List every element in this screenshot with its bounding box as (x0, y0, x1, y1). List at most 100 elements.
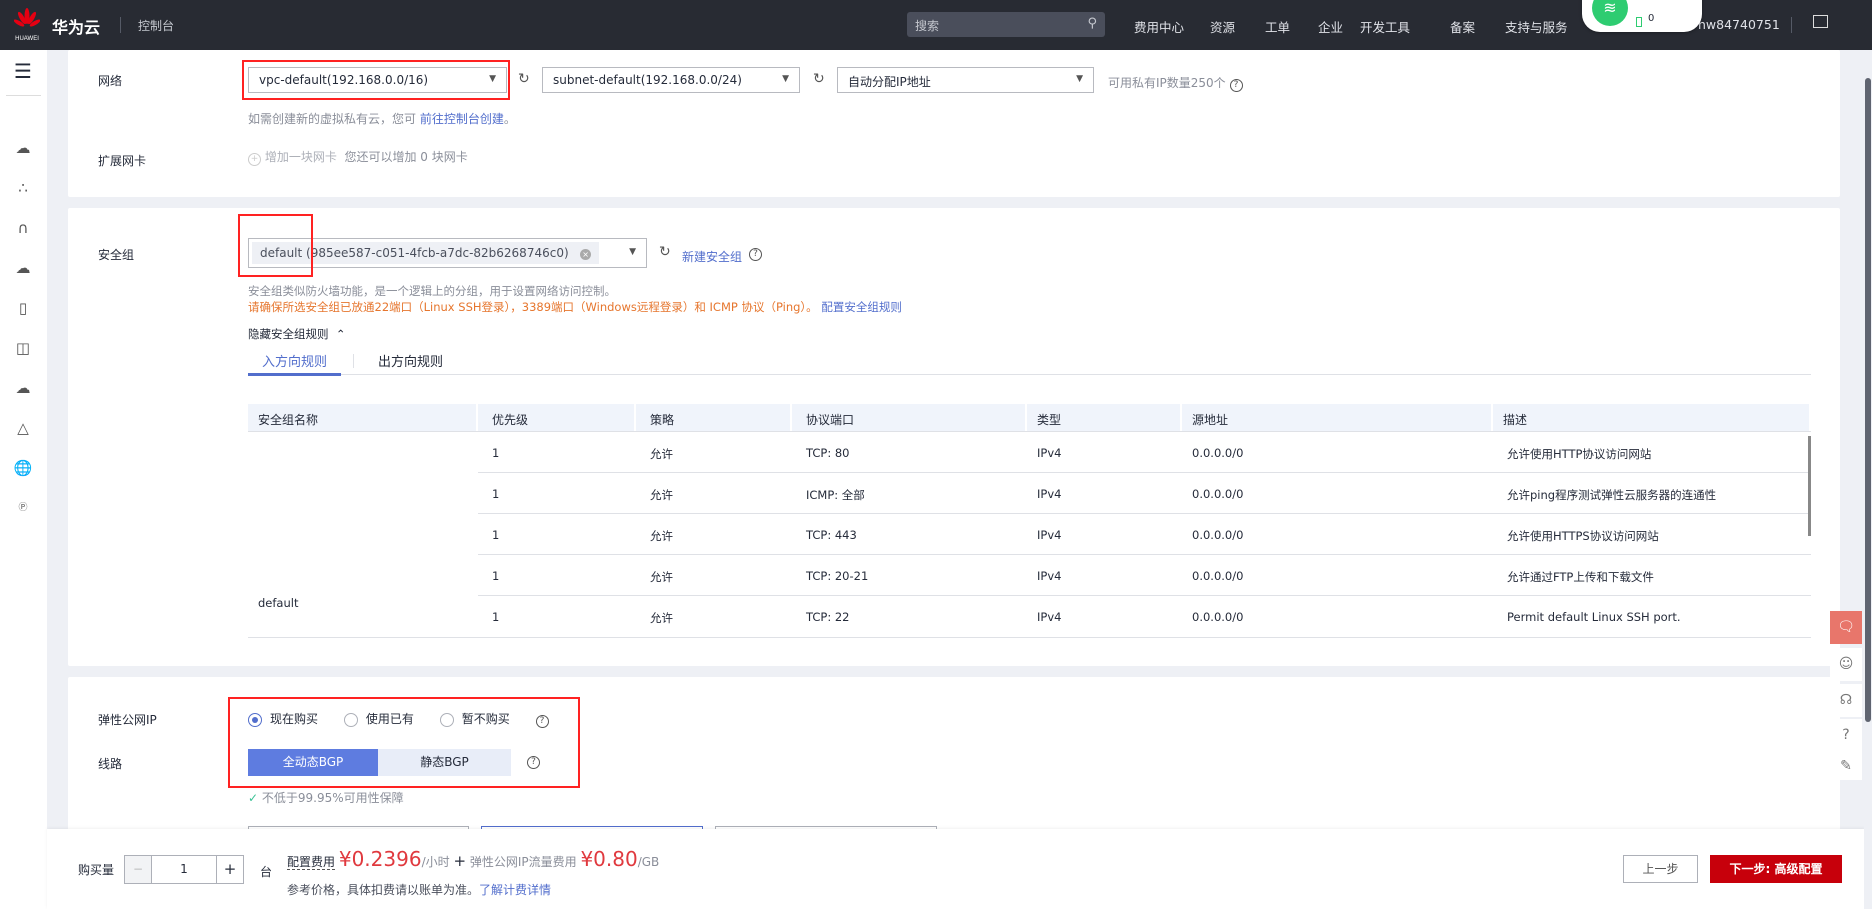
add-nic-button[interactable]: 增加一块网卡 (265, 150, 337, 164)
plus-sign: + (453, 852, 467, 870)
vpc-select[interactable]: vpc-default(192.168.0.0/16) ▼ (248, 67, 507, 93)
vpc-value: vpc-default(192.168.0.0/16) (259, 73, 429, 87)
table-row: 1 允许 ICMP: 全部 IPv4 0.0.0.0/0 允许ping程序测试弹性云服务器… (478, 473, 1811, 514)
globe-icon[interactable]: 🌐 (11, 458, 35, 478)
cell-priority: 1 (492, 446, 500, 460)
table-bottom-border (248, 637, 1811, 638)
nav-support[interactable]: 支持与服务 (1505, 17, 1568, 36)
help-icon[interactable]: ? (1229, 79, 1243, 92)
create-vpc-link[interactable]: 前往控制台创建 (420, 112, 504, 126)
subnet-select[interactable]: subnet-default(192.168.0.0/24) ▼ (542, 67, 800, 93)
page-scrollbar-thumb[interactable] (1865, 78, 1871, 722)
radio-button[interactable] (343, 712, 358, 727)
config-fee-label[interactable]: 配置费用 (287, 855, 336, 870)
quantity-stepper[interactable]: − 1 + (124, 855, 244, 884)
cloud-storage-icon[interactable]: ☁ (11, 258, 35, 278)
cell-source: 0.0.0.0/0 (1192, 610, 1244, 624)
toggle-rules[interactable]: 隐藏安全组规则 ⌃ (248, 326, 345, 342)
security-warning: 请确保所选安全组已放通22端口（Linux SSH登录），3389端口（Wind… (248, 299, 902, 315)
refresh-icon[interactable]: ↻ (813, 71, 825, 87)
table-scrollbar[interactable] (1808, 436, 1811, 536)
radio-use-existing[interactable]: 使用已有 (343, 712, 414, 727)
tabs-baseline (248, 374, 1811, 375)
quantity-label: 购买量 (78, 863, 115, 877)
feedback-icon[interactable]: ✎ (1830, 750, 1862, 780)
cell-port: TCP: 443 (806, 528, 857, 542)
config-fee-unit: /小时 (421, 855, 450, 869)
ip-icon[interactable]: Ⓟ (11, 498, 35, 518)
config-rules-link[interactable]: 配置安全组规则 (821, 300, 902, 314)
highlight-box (238, 214, 313, 277)
create-security-group-link[interactable]: 新建安全组 (682, 248, 742, 265)
robot-icon[interactable]: ☺ (1830, 648, 1862, 681)
chevron-down-icon: ▼ (629, 247, 636, 257)
line-static-bgp[interactable]: 静态BGP (378, 749, 511, 776)
cloud-edit-icon[interactable]: ☁ (11, 378, 35, 398)
cell-port: TCP: 22 (806, 610, 850, 624)
mail-icon[interactable] (1813, 15, 1828, 28)
cell-policy: 允许 (650, 529, 673, 543)
table-row: 1 允许 TCP: 20-21 IPv4 0.0.0.0/0 允许通过FTP上传和下载文件 (478, 555, 1811, 596)
headset-icon[interactable]: ☊ (1830, 684, 1862, 717)
increment-button[interactable]: + (216, 856, 243, 883)
toggle-rules-label: 隐藏安全组规则 (248, 327, 329, 341)
cloud-server-icon[interactable]: ☁ (11, 138, 35, 158)
console-link[interactable]: 控制台 (138, 17, 174, 34)
radio-label: 暂不购买 (461, 712, 510, 726)
chat-icon[interactable]: 🗨 (1830, 611, 1862, 644)
help-icon[interactable]: ? (749, 248, 762, 261)
search-input[interactable]: 搜索 ⚲ (907, 12, 1105, 37)
cell-type: IPv4 (1037, 487, 1062, 501)
nav-billing[interactable]: 费用中心 (1134, 17, 1184, 36)
col-type: 类型 (1027, 404, 1182, 431)
help-icon[interactable]: ? (527, 756, 540, 769)
nav-enterprise[interactable]: 企业 (1318, 17, 1343, 36)
prev-button[interactable]: 上一步 (1623, 855, 1698, 883)
divider (120, 17, 121, 33)
cell-desc: 允许ping程序测试弹性云服务器的连通性 (1507, 488, 1717, 502)
user-name[interactable]: hw84740751 (1698, 17, 1780, 32)
brand-name[interactable]: 华为云 (52, 14, 100, 38)
radio-button[interactable] (439, 712, 454, 727)
pyramid-icon[interactable]: △ (11, 418, 35, 438)
billing-details-link[interactable]: 了解计费详情 (479, 883, 551, 897)
note-text: 参考价格，具体扣费请以账单为准。 (287, 883, 480, 897)
menu-icon[interactable]: ☰ (11, 61, 35, 81)
next-button[interactable]: 下一步: 高级配置 (1710, 855, 1842, 883)
tab-inbound[interactable]: 入方向规则 (248, 351, 341, 376)
help-icon[interactable]: ? (535, 715, 549, 728)
hint-text: 如需创建新的虚拟私有云，您可 (248, 112, 417, 126)
quantity-input[interactable]: 1 (152, 856, 216, 883)
refresh-icon[interactable]: ↻ (518, 71, 530, 87)
line-dynamic-bgp[interactable]: 全动态BGP (248, 749, 378, 776)
tab-outbound[interactable]: 出方向规则 (378, 351, 443, 370)
col-port: 协议端口 (792, 404, 1027, 431)
col-group-name: 安全组名称 (248, 404, 478, 431)
tablet-icon[interactable]: ◫ (11, 338, 35, 358)
price-summary: 配置费用 ¥0.2396/小时 + 弹性公网IP流量费用 ¥0.80/GB (287, 847, 659, 871)
bandwidth-icon[interactable]: ∩ (11, 218, 35, 238)
ip-mode-select[interactable]: 自动分配IP地址 ▼ (837, 67, 1094, 93)
cell-desc: Permit default Linux SSH port. (1507, 610, 1681, 624)
help-icon[interactable]: ? (1830, 719, 1862, 752)
subnet-value: subnet-default(192.168.0.0/24) (553, 73, 742, 87)
refresh-icon[interactable]: ↻ (659, 244, 671, 260)
nav-tickets[interactable]: 工单 (1265, 17, 1290, 36)
nav-icp[interactable]: 备案 (1450, 17, 1475, 36)
nav-resources[interactable]: 资源 (1210, 17, 1235, 36)
radio-not-buy[interactable]: 暂不购买 (439, 712, 510, 727)
remove-tag-icon[interactable]: × (580, 249, 592, 260)
radio-buy-now[interactable]: 现在购买 (248, 712, 318, 727)
divider (353, 354, 354, 368)
battery-icon (1636, 17, 1642, 27)
search-icon[interactable]: ⚲ (1087, 16, 1097, 31)
nav-devtools[interactable]: 开发工具 (1360, 17, 1410, 36)
cluster-icon[interactable]: ∴ (11, 178, 35, 198)
cell-desc: 允许使用HTTP协议访问网站 (1507, 447, 1652, 461)
search-placeholder: 搜索 (915, 19, 940, 33)
phone-icon[interactable]: ▯ (11, 298, 35, 318)
network-label: 网络 (98, 74, 123, 88)
decrement-button[interactable]: − (125, 856, 152, 883)
huawei-logo[interactable]: HUAWEI (13, 8, 41, 42)
radio-button[interactable] (248, 712, 262, 727)
